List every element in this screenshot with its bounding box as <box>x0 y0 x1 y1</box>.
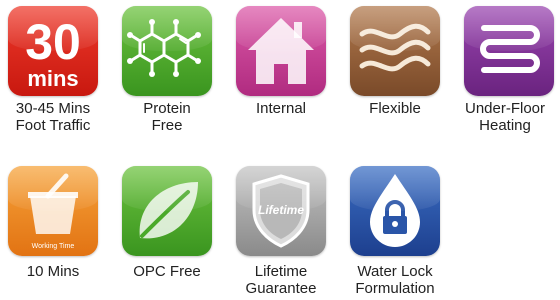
badge-unit: mins <box>27 66 78 91</box>
bucket-icon: Working Time <box>28 173 78 250</box>
thirty-mins-icon: 30 mins <box>25 14 81 91</box>
label-flexible: Flexible <box>369 100 421 117</box>
tile-internal <box>236 6 326 96</box>
label-30-mins: 30-45 Mins Foot Traffic <box>15 100 91 134</box>
badge-number: 30 <box>25 14 81 70</box>
heating-coil-icon <box>480 25 540 73</box>
molecule-icon <box>127 19 201 77</box>
wavy-lines-icon <box>359 23 431 72</box>
label-lifetime-guarantee: Lifetime Guarantee <box>245 263 317 297</box>
tile-flexible <box>350 6 440 96</box>
tile-opc-free <box>122 166 212 256</box>
tile-10-mins: Working Time <box>8 166 98 256</box>
padlock-drop-icon <box>370 174 420 247</box>
house-icon <box>248 18 314 84</box>
tile-protein-free <box>122 6 212 96</box>
lifetime-caption: Lifetime <box>258 203 304 217</box>
label-protein-free: Protein Free <box>143 100 191 134</box>
label-opc-free: OPC Free <box>133 263 201 280</box>
label-internal: Internal <box>255 100 307 117</box>
tile-water-lock <box>350 166 440 256</box>
label-10-mins: 10 Mins <box>26 263 80 280</box>
label-under-floor-heating: Under-Floor Heating <box>464 100 546 134</box>
working-time-caption: Working Time <box>32 243 75 250</box>
tile-30-mins: 30 mins <box>8 6 98 96</box>
shield-icon: Lifetime <box>252 174 310 248</box>
label-water-lock: Water Lock Formulation <box>355 263 435 297</box>
tile-under-floor-heating <box>464 6 554 96</box>
tile-lifetime-guarantee: Lifetime <box>236 166 326 256</box>
leaf-icon <box>139 182 198 239</box>
